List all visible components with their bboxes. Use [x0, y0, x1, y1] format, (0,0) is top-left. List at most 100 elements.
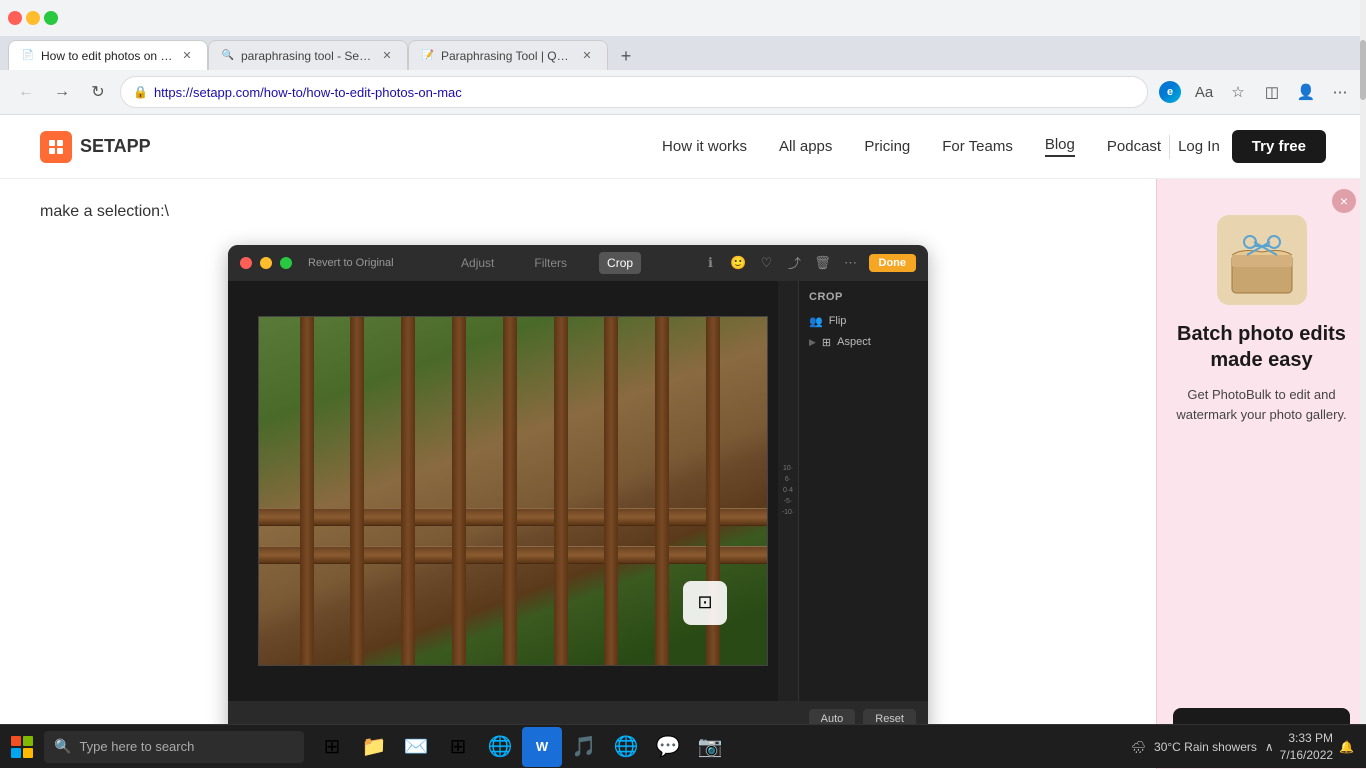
browser-actions: e Aa ☆ ◫ 👤 ⋯ — [1156, 78, 1354, 106]
win-square-2 — [23, 736, 33, 746]
start-btn[interactable] — [0, 725, 44, 769]
nav-login-btn[interactable]: Log In — [1178, 138, 1220, 155]
photo-overlay-btn[interactable]: ⊡ — [683, 581, 727, 625]
mac-heart-icon[interactable]: ♡ — [757, 253, 777, 273]
mac-info-icon[interactable]: ℹ — [701, 253, 721, 273]
nav-all-apps[interactable]: All apps — [779, 138, 832, 155]
scrollbar-track — [1360, 179, 1366, 768]
mac-close-btn[interactable] — [240, 257, 252, 269]
taskbar-search-text: Type here to search — [79, 739, 194, 754]
refresh-btn[interactable]: ↻ — [84, 78, 112, 106]
more-btn[interactable]: ⋯ — [1326, 78, 1354, 106]
mac-titlebar-right: ℹ 🙂 ♡ ⤴ 🗑 ⋯ Done — [701, 253, 917, 273]
window-close-btn[interactable] — [8, 11, 22, 25]
logo-text: SETAPP — [80, 136, 151, 157]
mac-fullscreen-btn[interactable] — [280, 257, 292, 269]
collections-btn[interactable]: ◫ — [1258, 78, 1286, 106]
win-square-3 — [11, 748, 21, 758]
ruler-mark-1: 10· — [783, 465, 793, 472]
mac-tab-crop[interactable]: Crop — [599, 252, 641, 274]
tray-notification-icon[interactable]: 🔔 — [1339, 740, 1354, 754]
ad-close-btn[interactable]: × — [1332, 189, 1356, 213]
mac-sidebar-flip[interactable]: 👥 Flip — [809, 311, 918, 332]
browser-tab-2[interactable]: 🔍 paraphrasing tool - Search ✕ — [208, 40, 408, 70]
mac-more-icon[interactable]: ⋯ — [841, 253, 861, 273]
taskbar-task-view[interactable]: ⊞ — [312, 727, 352, 767]
system-tray: 🌧 30°C Rain showers ∧ — [1131, 740, 1274, 754]
taskbar-file-explorer[interactable]: 📁 — [354, 727, 394, 767]
read-aloud-btn[interactable]: Aa — [1190, 78, 1218, 106]
favorites-btn[interactable]: ☆ — [1224, 78, 1252, 106]
tray-weather-info: 30°C Rain showers — [1154, 740, 1257, 754]
site-logo[interactable]: SETAPP — [40, 131, 151, 163]
taskbar-search-icon: 🔍 — [54, 738, 71, 755]
fence-vert-1 — [300, 317, 314, 665]
taskbar-clock[interactable]: 3:33 PM 7/16/2022 — [1280, 730, 1333, 764]
ad-title: Batch photo edits made easy — [1173, 321, 1350, 373]
aspect-icon: ⊞ — [822, 336, 831, 349]
taskbar-apps: ⊞ 📁 ✉️ ⊞ 🌐 W 🎵 🌐 💬 📷 — [304, 727, 738, 767]
tab2-favicon: 🔍 — [221, 49, 235, 63]
tray-arrow-icon[interactable]: ∧ — [1265, 740, 1274, 754]
mac-app-screenshot: Revert to Original Adjust Filters Crop ℹ… — [228, 245, 928, 737]
mac-tab-filters[interactable]: Filters — [526, 252, 575, 274]
mac-sidebar-aspect[interactable]: ▶ ⊞ Aspect — [809, 332, 918, 353]
nav-pricing[interactable]: Pricing — [864, 138, 910, 155]
nav-blog[interactable]: Blog — [1045, 136, 1075, 157]
fence-vert-8 — [655, 317, 669, 665]
tray-weather-icon: 🌧 — [1131, 740, 1146, 754]
taskbar-whatsapp[interactable]: 💬 — [648, 727, 688, 767]
taskbar-photos[interactable]: 📷 — [690, 727, 730, 767]
taskbar-spotify[interactable]: 🎵 — [564, 727, 604, 767]
mac-share-icon[interactable]: ⤴ — [785, 253, 805, 273]
tab1-favicon: 📄 — [21, 49, 35, 63]
nav-podcast[interactable]: Podcast — [1107, 138, 1161, 155]
forward-btn[interactable]: → — [48, 78, 76, 106]
taskbar-word[interactable]: W — [522, 727, 562, 767]
profile-btn[interactable]: 👤 — [1292, 78, 1320, 106]
tab2-close-btn[interactable]: ✕ — [379, 48, 395, 64]
window-maximize-btn[interactable] — [44, 11, 58, 25]
window-minimize-btn[interactable] — [26, 11, 40, 25]
mac-done-btn[interactable]: Done — [869, 254, 917, 272]
clock-time: 3:33 PM — [1280, 730, 1333, 747]
mac-sidebar-title: CROP — [809, 291, 918, 303]
mac-revert-btn[interactable]: Revert to Original — [308, 257, 394, 269]
ruler-mark-3: 0·4 — [783, 487, 793, 494]
taskbar: 🔍 Type here to search ⊞ 📁 ✉️ ⊞ 🌐 W 🎵 🌐 💬… — [0, 724, 1366, 768]
mac-minimize-btn[interactable] — [260, 257, 272, 269]
taskbar-chrome[interactable]: 🌐 — [606, 727, 646, 767]
mac-tab-adjust[interactable]: Adjust — [453, 252, 502, 274]
new-tab-btn[interactable]: + — [612, 42, 640, 70]
browser-chrome: 📄 How to edit photos on Mac 202… ✕ 🔍 par… — [0, 0, 1366, 115]
nav-for-teams[interactable]: For Teams — [942, 138, 1013, 155]
photo-display: ⊡ — [258, 316, 768, 666]
title-bar — [0, 0, 1366, 36]
tab3-close-btn[interactable]: ✕ — [579, 48, 595, 64]
taskbar-mail[interactable]: ✉️ — [396, 727, 436, 767]
logo-icon — [40, 131, 72, 163]
edge-extensions-btn[interactable]: e — [1156, 78, 1184, 106]
windows-logo-icon — [11, 736, 33, 758]
taskbar-store[interactable]: ⊞ — [438, 727, 478, 767]
back-btn[interactable]: ← — [12, 78, 40, 106]
site-nav: SETAPP How it works All apps Pricing For… — [0, 115, 1366, 179]
tab3-favicon: 📝 — [421, 49, 435, 63]
expand-icon: ▶ — [809, 337, 816, 348]
clock-date: 7/16/2022 — [1280, 747, 1333, 764]
taskbar-edge[interactable]: 🌐 — [480, 727, 520, 767]
nav-how-it-works[interactable]: How it works — [662, 138, 747, 155]
tab2-title: paraphrasing tool - Search — [241, 49, 373, 63]
mac-titlebar: Revert to Original Adjust Filters Crop ℹ… — [228, 245, 928, 281]
win-square-1 — [11, 736, 21, 746]
browser-tab-1[interactable]: 📄 How to edit photos on Mac 202… ✕ — [8, 40, 208, 70]
mac-smiley-icon[interactable]: 🙂 — [729, 253, 749, 273]
ad-icon — [1217, 215, 1307, 305]
url-bar[interactable]: 🔒 https://setapp.com/how-to/how-to-edit-… — [120, 76, 1148, 108]
mac-trash-icon[interactable]: 🗑 — [813, 253, 833, 273]
nav-try-free-btn[interactable]: Try free — [1232, 130, 1326, 163]
tab1-close-btn[interactable]: ✕ — [179, 48, 195, 64]
browser-tab-3[interactable]: 📝 Paraphrasing Tool | QuillBot AI ✕ — [408, 40, 608, 70]
taskbar-search-box[interactable]: 🔍 Type here to search — [44, 731, 304, 763]
tabs-bar: 📄 How to edit photos on Mac 202… ✕ 🔍 par… — [0, 36, 1366, 70]
